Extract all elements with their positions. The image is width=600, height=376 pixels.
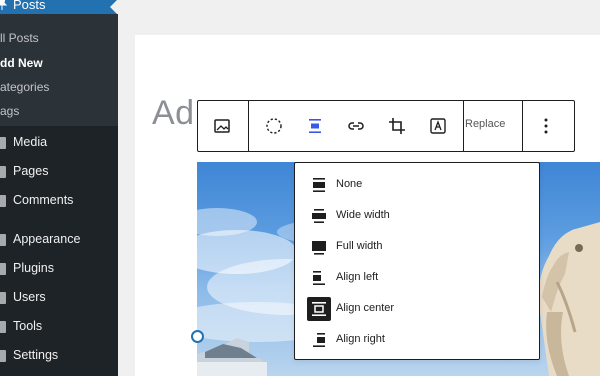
- sidebar-item-media[interactable]: Media: [0, 131, 118, 155]
- more-options-icon[interactable]: [534, 116, 558, 136]
- sidebar-item-label: Comments: [13, 193, 74, 207]
- sidebar-item-plugins[interactable]: Plugins: [0, 257, 118, 281]
- sidebar-item-posts[interactable]: Posts: [0, 0, 118, 15]
- text-overlay-icon[interactable]: [426, 114, 450, 138]
- comments-icon: [0, 195, 6, 207]
- align-center-icon: [307, 297, 331, 321]
- submenu-categories[interactable]: ategories: [0, 80, 49, 94]
- sidebar-item-label: Users: [13, 290, 46, 304]
- align-option-label: Align left: [336, 271, 379, 283]
- pages-icon: [0, 166, 6, 178]
- circle-dashed-icon[interactable]: [262, 114, 286, 138]
- alignment-dropdown: None Wide width Full width Align left Al…: [294, 162, 540, 360]
- align-none-icon: [307, 173, 331, 197]
- submenu-tags[interactable]: ags: [0, 104, 19, 118]
- tools-icon: [0, 321, 6, 333]
- appearance-icon: [0, 234, 6, 246]
- sidebar-item-label: Appearance: [13, 232, 81, 246]
- submenu-add-new[interactable]: dd New: [0, 56, 43, 70]
- admin-sidebar: Posts ll Posts dd New ategories ags Medi…: [0, 0, 118, 376]
- sidebar-item-label: Plugins: [13, 261, 54, 275]
- media-icon: [0, 137, 6, 149]
- align-wide-icon: [307, 204, 331, 228]
- align-option-full[interactable]: Full width: [307, 234, 531, 260]
- crop-icon[interactable]: [385, 114, 409, 138]
- align-option-center[interactable]: Align center: [307, 296, 531, 322]
- toolbar-divider: [248, 101, 249, 151]
- sidebar-item-label: Media: [13, 135, 48, 149]
- sidebar-item-settings[interactable]: Settings: [0, 344, 118, 368]
- sidebar-item-tools[interactable]: Tools: [0, 315, 118, 339]
- sidebar-item-label: Tools: [13, 319, 43, 333]
- align-option-left[interactable]: Align left: [307, 265, 531, 291]
- toolbar-divider: [463, 101, 464, 151]
- resize-handle[interactable]: [191, 330, 204, 343]
- align-option-label: None: [336, 178, 363, 190]
- post-title[interactable]: Ad: [152, 94, 195, 133]
- align-left-icon: [307, 266, 331, 290]
- sidebar-item-label: Posts: [13, 0, 46, 12]
- align-option-right[interactable]: Align right: [307, 327, 531, 353]
- align-option-wide[interactable]: Wide width: [307, 203, 531, 229]
- block-toolbar: Replace: [197, 100, 575, 152]
- posts-icon: [0, 0, 7, 10]
- sidebar-item-label: Settings: [13, 348, 59, 362]
- users-icon: [0, 292, 6, 304]
- sidebar-item-comments[interactable]: Comments: [0, 189, 118, 213]
- align-center-icon[interactable]: [303, 114, 327, 138]
- align-right-icon: [307, 328, 331, 352]
- replace-button[interactable]: Replace: [465, 118, 505, 130]
- toolbar-divider: [522, 101, 523, 151]
- settings-icon: [0, 350, 6, 362]
- active-pointer: [110, 0, 118, 15]
- align-option-label: Full width: [336, 240, 383, 252]
- sidebar-item-pages[interactable]: Pages: [0, 160, 118, 184]
- align-option-label: Align right: [336, 333, 385, 345]
- link-icon[interactable]: [344, 114, 368, 138]
- sidebar-item-users[interactable]: Users: [0, 286, 118, 310]
- align-option-label: Align center: [336, 302, 395, 314]
- align-full-icon: [307, 235, 331, 259]
- submenu-all-posts[interactable]: ll Posts: [0, 31, 39, 45]
- image-icon[interactable]: [210, 114, 234, 138]
- sidebar-item-appearance[interactable]: Appearance: [0, 228, 118, 252]
- sidebar-item-label: Pages: [13, 164, 49, 178]
- align-option-none[interactable]: None: [307, 172, 531, 198]
- plugins-icon: [0, 263, 6, 275]
- align-option-label: Wide width: [336, 209, 390, 221]
- posts-submenu: ll Posts dd New ategories ags: [0, 14, 118, 126]
